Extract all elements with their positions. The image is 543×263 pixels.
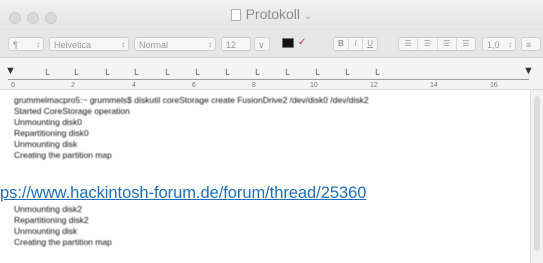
- ruler-number: 8: [252, 82, 256, 89]
- tab-stop[interactable]: └: [223, 69, 229, 79]
- popup-arrows-icon: ↕: [36, 40, 40, 49]
- tab-stop[interactable]: └: [283, 69, 289, 79]
- tab-stop[interactable]: └: [193, 69, 199, 79]
- tab-stop[interactable]: └: [313, 69, 319, 79]
- font-size-field[interactable]: 12: [221, 37, 251, 51]
- ruler-baseline: [8, 79, 529, 80]
- ruler: ▼ └ └ └ └ └ └ └ └ └ └ └ └ ▼ 0 2 4 6 8 10…: [0, 58, 543, 90]
- document-line: Unmounting disk0: [14, 117, 83, 127]
- text-style-buttons: B I U: [333, 37, 378, 51]
- right-margin-marker[interactable]: ▼: [523, 65, 534, 77]
- tab-stop[interactable]: └: [343, 69, 349, 79]
- popup-arrows-icon: ↕: [208, 40, 212, 49]
- document-line: grummelmacpro5:~ grummels$ diskutil core…: [14, 95, 369, 105]
- line-spacing-label: 1,0: [487, 40, 500, 50]
- left-margin-marker[interactable]: ▼: [5, 65, 16, 77]
- align-justify-icon[interactable]: ☰: [457, 38, 475, 50]
- format-toolbar: ¶ ↕ Helvetica ↕ Normal ↕ 12 ∨ ✓ B I U ☰ ☰ ☰…: [0, 30, 543, 58]
- document-line: Creating the partition map: [14, 150, 112, 160]
- ruler-number: 16: [490, 82, 498, 89]
- title-bar: Protokoll ⌄: [0, 0, 543, 30]
- popup-arrows-icon: ↕: [121, 40, 125, 49]
- document-line: Unmounting disk: [14, 226, 78, 236]
- list-bullets-popup[interactable]: ≡: [521, 37, 541, 51]
- window-title-text: Protokoll: [245, 6, 301, 22]
- line-spacing-popup[interactable]: 1,0 ↕: [482, 37, 516, 51]
- tab-stop[interactable]: └: [163, 69, 169, 79]
- align-center-icon[interactable]: ☰: [418, 38, 438, 50]
- align-left-icon[interactable]: ☰: [399, 38, 419, 50]
- font-size-label: 12: [226, 40, 237, 50]
- tab-stop[interactable]: └: [103, 69, 109, 79]
- document-line: Creating the partition map: [14, 237, 112, 247]
- highlight-pen-icon[interactable]: ✓: [298, 37, 306, 48]
- window-title[interactable]: Protokoll ⌄: [0, 6, 543, 22]
- document-line: Unmounting disk2: [14, 204, 83, 214]
- font-size-dropdown[interactable]: ∨: [254, 37, 270, 51]
- tab-stop[interactable]: └: [132, 69, 138, 79]
- document-line: Repartitioning disk0: [14, 128, 89, 138]
- alignment-buttons: ☰ ☰ ☰ ☰: [398, 37, 476, 51]
- ruler-number: 14: [430, 82, 438, 89]
- document-line: Started CoreStorage operation: [14, 106, 130, 116]
- font-style-label: Normal: [139, 40, 169, 50]
- paragraph-style-label: ¶: [13, 40, 18, 50]
- source-url-watermark: ps://www.hackintosh-forum.de/forum/threa…: [0, 184, 367, 202]
- scrollbar-thumb[interactable]: [534, 96, 540, 251]
- font-family-popup[interactable]: Helvetica ↕: [49, 37, 129, 51]
- ruler-number: 4: [132, 82, 136, 89]
- ruler-number: 6: [192, 82, 196, 89]
- ruler-number: 2: [71, 82, 75, 89]
- font-family-label: Helvetica: [54, 40, 92, 50]
- tab-stop[interactable]: └: [72, 69, 78, 79]
- underline-button[interactable]: U: [363, 38, 377, 50]
- ruler-number: 10: [310, 82, 318, 89]
- italic-button[interactable]: I: [349, 38, 364, 50]
- text-editor-area[interactable]: grummelmacpro5:~ grummels$ diskutil core…: [0, 90, 530, 263]
- document-line: Unmounting disk: [14, 139, 78, 149]
- list-icon: ≡: [526, 40, 532, 50]
- text-color-well[interactable]: [282, 38, 294, 48]
- document-line: Repartitioning disk2: [14, 215, 89, 225]
- tab-stop[interactable]: └: [253, 69, 259, 79]
- popup-arrows-icon: ↕: [508, 40, 512, 49]
- ruler-number: 0: [11, 82, 15, 89]
- align-right-icon[interactable]: ☰: [438, 38, 457, 50]
- paragraph-style-popup[interactable]: ¶ ↕: [8, 37, 44, 51]
- vertical-scrollbar[interactable]: [530, 90, 543, 263]
- font-style-popup[interactable]: Normal ↕: [134, 37, 216, 51]
- tab-stop[interactable]: └: [43, 69, 49, 79]
- document-icon: [230, 9, 241, 21]
- ruler-number: 12: [370, 82, 378, 89]
- chevron-down-icon: ⌄: [304, 11, 313, 22]
- bold-button[interactable]: B: [334, 38, 349, 50]
- tab-stop[interactable]: └: [373, 69, 379, 79]
- chevron-down-icon: ∨: [258, 40, 265, 50]
